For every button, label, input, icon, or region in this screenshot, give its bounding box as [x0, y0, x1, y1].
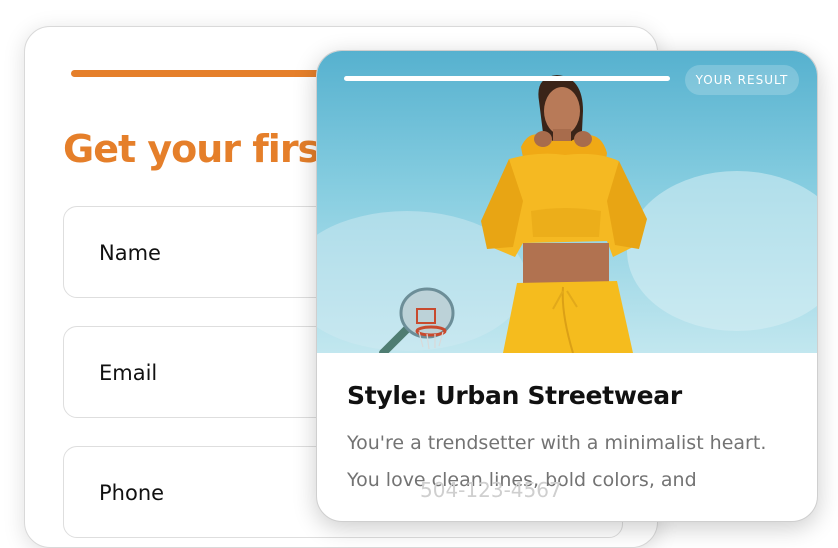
result-title: Style: Urban Streetwear	[347, 381, 682, 410]
streetwear-model-illustration	[317, 75, 817, 353]
name-field-label: Name	[99, 241, 161, 265]
phone-field-value: 504-123-4567	[420, 478, 562, 502]
result-card: YOUR RESULT Style: Urban Streetwear You'…	[316, 50, 818, 522]
result-photo	[317, 51, 817, 353]
result-progress-bar	[344, 76, 670, 81]
form-title: Get your first	[63, 127, 337, 171]
result-description: You're a trendsetter with a minimalist h…	[347, 432, 767, 491]
phone-field-label: Phone	[99, 481, 165, 505]
email-field-label: Email	[99, 361, 158, 385]
your-result-badge: YOUR RESULT	[685, 65, 799, 95]
